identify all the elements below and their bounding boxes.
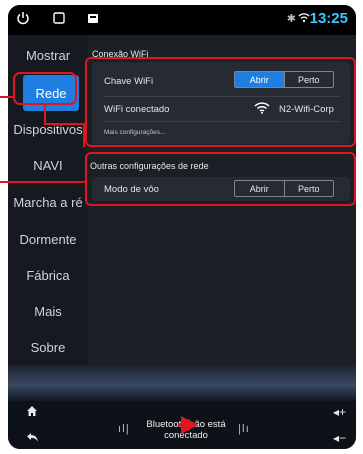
- annotation-lines: [0, 96, 198, 434]
- device-frame: ✱ 13:25 Mostrar Rede Dispositivos NAVI M…: [0, 0, 363, 454]
- pointer-arrow-icon: [181, 416, 198, 434]
